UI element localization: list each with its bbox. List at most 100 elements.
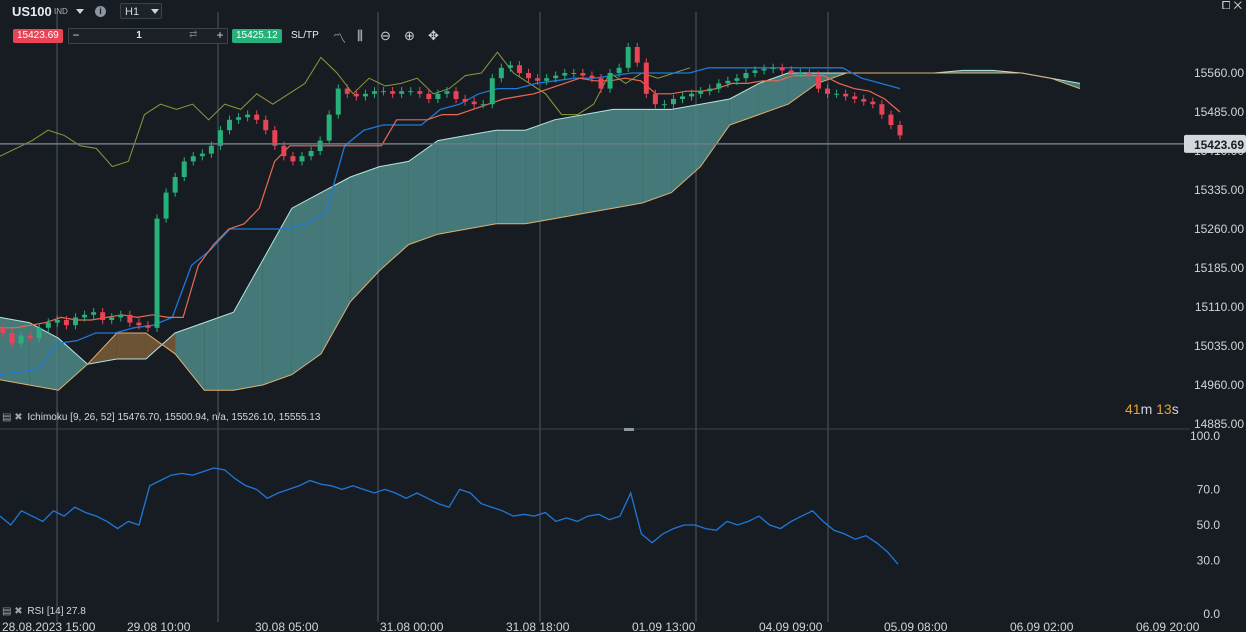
chart-toolbar: US100 IND i H1 15423.69 − 1 ⇄ + 15425.12… [0, 0, 520, 52]
candle-body [806, 73, 812, 76]
ichimoku-cloud-segment [467, 130, 497, 229]
candle-body [770, 67, 776, 69]
y-tick-label: 14960.00 [1194, 378, 1244, 392]
rsi-legend: ▤ ✖ RSI [14] 27.8 [2, 606, 86, 617]
candle-body [308, 151, 314, 157]
quantity-stepper[interactable]: − 1 ⇄ + [68, 28, 228, 44]
candle-body [127, 314, 133, 323]
candle-body [82, 314, 88, 318]
indicator-settings-icon[interactable]: ▤ ✖ [2, 412, 23, 423]
candle-body [607, 73, 613, 89]
candle-body [498, 67, 504, 79]
candle-body [154, 218, 160, 328]
candle-body [743, 73, 749, 79]
candle-body [118, 314, 124, 318]
ichimoku-cloud-segment [525, 119, 555, 224]
candle-body [208, 145, 214, 154]
candle-body [199, 153, 205, 157]
window-controls[interactable]: ⧠ ✕ [1222, 0, 1242, 13]
candle-body [290, 156, 296, 162]
candle-body [335, 88, 341, 115]
candle-body [72, 317, 78, 326]
zoom-out-icon[interactable]: ⊖ [380, 28, 391, 44]
candle-body [408, 91, 414, 93]
candle-body [716, 83, 722, 89]
ichimoku-label: Ichimoku [9, 26, 52] 15476.70, 15500.94,… [27, 412, 321, 423]
candle-body [734, 78, 740, 81]
candle-body [471, 101, 477, 105]
chevron-down-icon [151, 9, 159, 14]
rsi-y-tick-label: 30.0 [1197, 554, 1221, 568]
candle-body [598, 78, 604, 89]
candle-body [362, 93, 368, 97]
ichimoku-cloud-segment [729, 83, 759, 125]
candle-body [453, 91, 459, 99]
ichimoku-cloud-segment [116, 333, 146, 359]
rsi-label: RSI [14] 27.8 [27, 606, 86, 617]
symbol-dropdown-icon[interactable] [76, 9, 84, 14]
candle-body [480, 104, 486, 106]
ichimoku-cloud-segment [350, 166, 380, 302]
y-tick-label: 15110.00 [1195, 300, 1244, 314]
candle-body [236, 117, 242, 120]
bid-price[interactable]: 15423.69 [13, 29, 63, 43]
sltp-button[interactable]: SL/TP [291, 30, 319, 41]
indicator-settings-icon[interactable]: ▤ ✖ [2, 606, 23, 617]
candle-body [571, 73, 577, 74]
candle-body [299, 156, 305, 162]
timer-s: s [1171, 401, 1179, 417]
candle-body [227, 119, 233, 131]
candle-timer: 41m 13s [1125, 401, 1179, 417]
candle-body [371, 91, 377, 94]
ichimoku-cloud-segment [583, 109, 613, 214]
indicators-icon[interactable]: ⫼ [357, 28, 363, 44]
candle-body [652, 93, 658, 105]
candle-body [625, 47, 631, 68]
candle-body [417, 91, 423, 94]
zoom-in-icon[interactable]: ⊕ [404, 28, 415, 44]
price-chart[interactable]: 15560.0015485.0015410.0015335.0015260.00… [0, 0, 1246, 632]
current-price-label: 15423.69 [1194, 138, 1244, 152]
symbol-name[interactable]: US100 [12, 4, 52, 19]
quantity-value[interactable]: 1 [129, 30, 149, 41]
candle-body [27, 335, 33, 339]
candle-body [109, 317, 115, 320]
candle-body [779, 67, 785, 71]
y-tick-label: 15335.00 [1194, 183, 1244, 197]
candle-body [263, 119, 269, 131]
candle-body [0, 327, 6, 333]
candle-body [888, 114, 894, 125]
timer-seconds: 13 [1156, 401, 1172, 417]
increase-button[interactable]: + [213, 29, 227, 43]
candle-body [725, 80, 731, 84]
candle-body [317, 140, 323, 151]
candle-body [9, 333, 15, 344]
candle-body [489, 78, 495, 105]
decrease-button[interactable]: − [69, 29, 83, 43]
candle-body [634, 47, 640, 63]
candle-body [516, 65, 522, 73]
info-icon[interactable]: i [95, 6, 106, 17]
rsi-y-tick-label: 100.0 [1190, 429, 1220, 443]
ichimoku-cloud-segment [58, 338, 88, 391]
ichimoku-cloud-segment [379, 161, 409, 271]
crosshair-icon[interactable]: ✥ [428, 28, 439, 44]
timeframe-select[interactable]: H1 [120, 3, 162, 19]
candle-body [18, 335, 24, 344]
swap-icon[interactable]: ⇄ [189, 29, 197, 40]
x-tick-label: 04.09 09:00 [759, 620, 823, 632]
candle-body [879, 104, 885, 115]
candle-body [281, 145, 287, 157]
candle-body [580, 73, 586, 76]
candle-body [562, 73, 568, 76]
ask-price[interactable]: 15425.12 [232, 29, 282, 43]
ichimoku-cloud-segment [291, 192, 322, 375]
candle-body [399, 91, 405, 94]
candle-body [535, 78, 541, 81]
rsi-y-tick-label: 50.0 [1197, 518, 1221, 532]
candle-body [100, 312, 106, 320]
candle-body [870, 101, 876, 105]
line-chart-icon[interactable]: 〽 [333, 28, 346, 47]
ichimoku-cloud-segment [642, 109, 672, 203]
candle-body [670, 99, 676, 105]
